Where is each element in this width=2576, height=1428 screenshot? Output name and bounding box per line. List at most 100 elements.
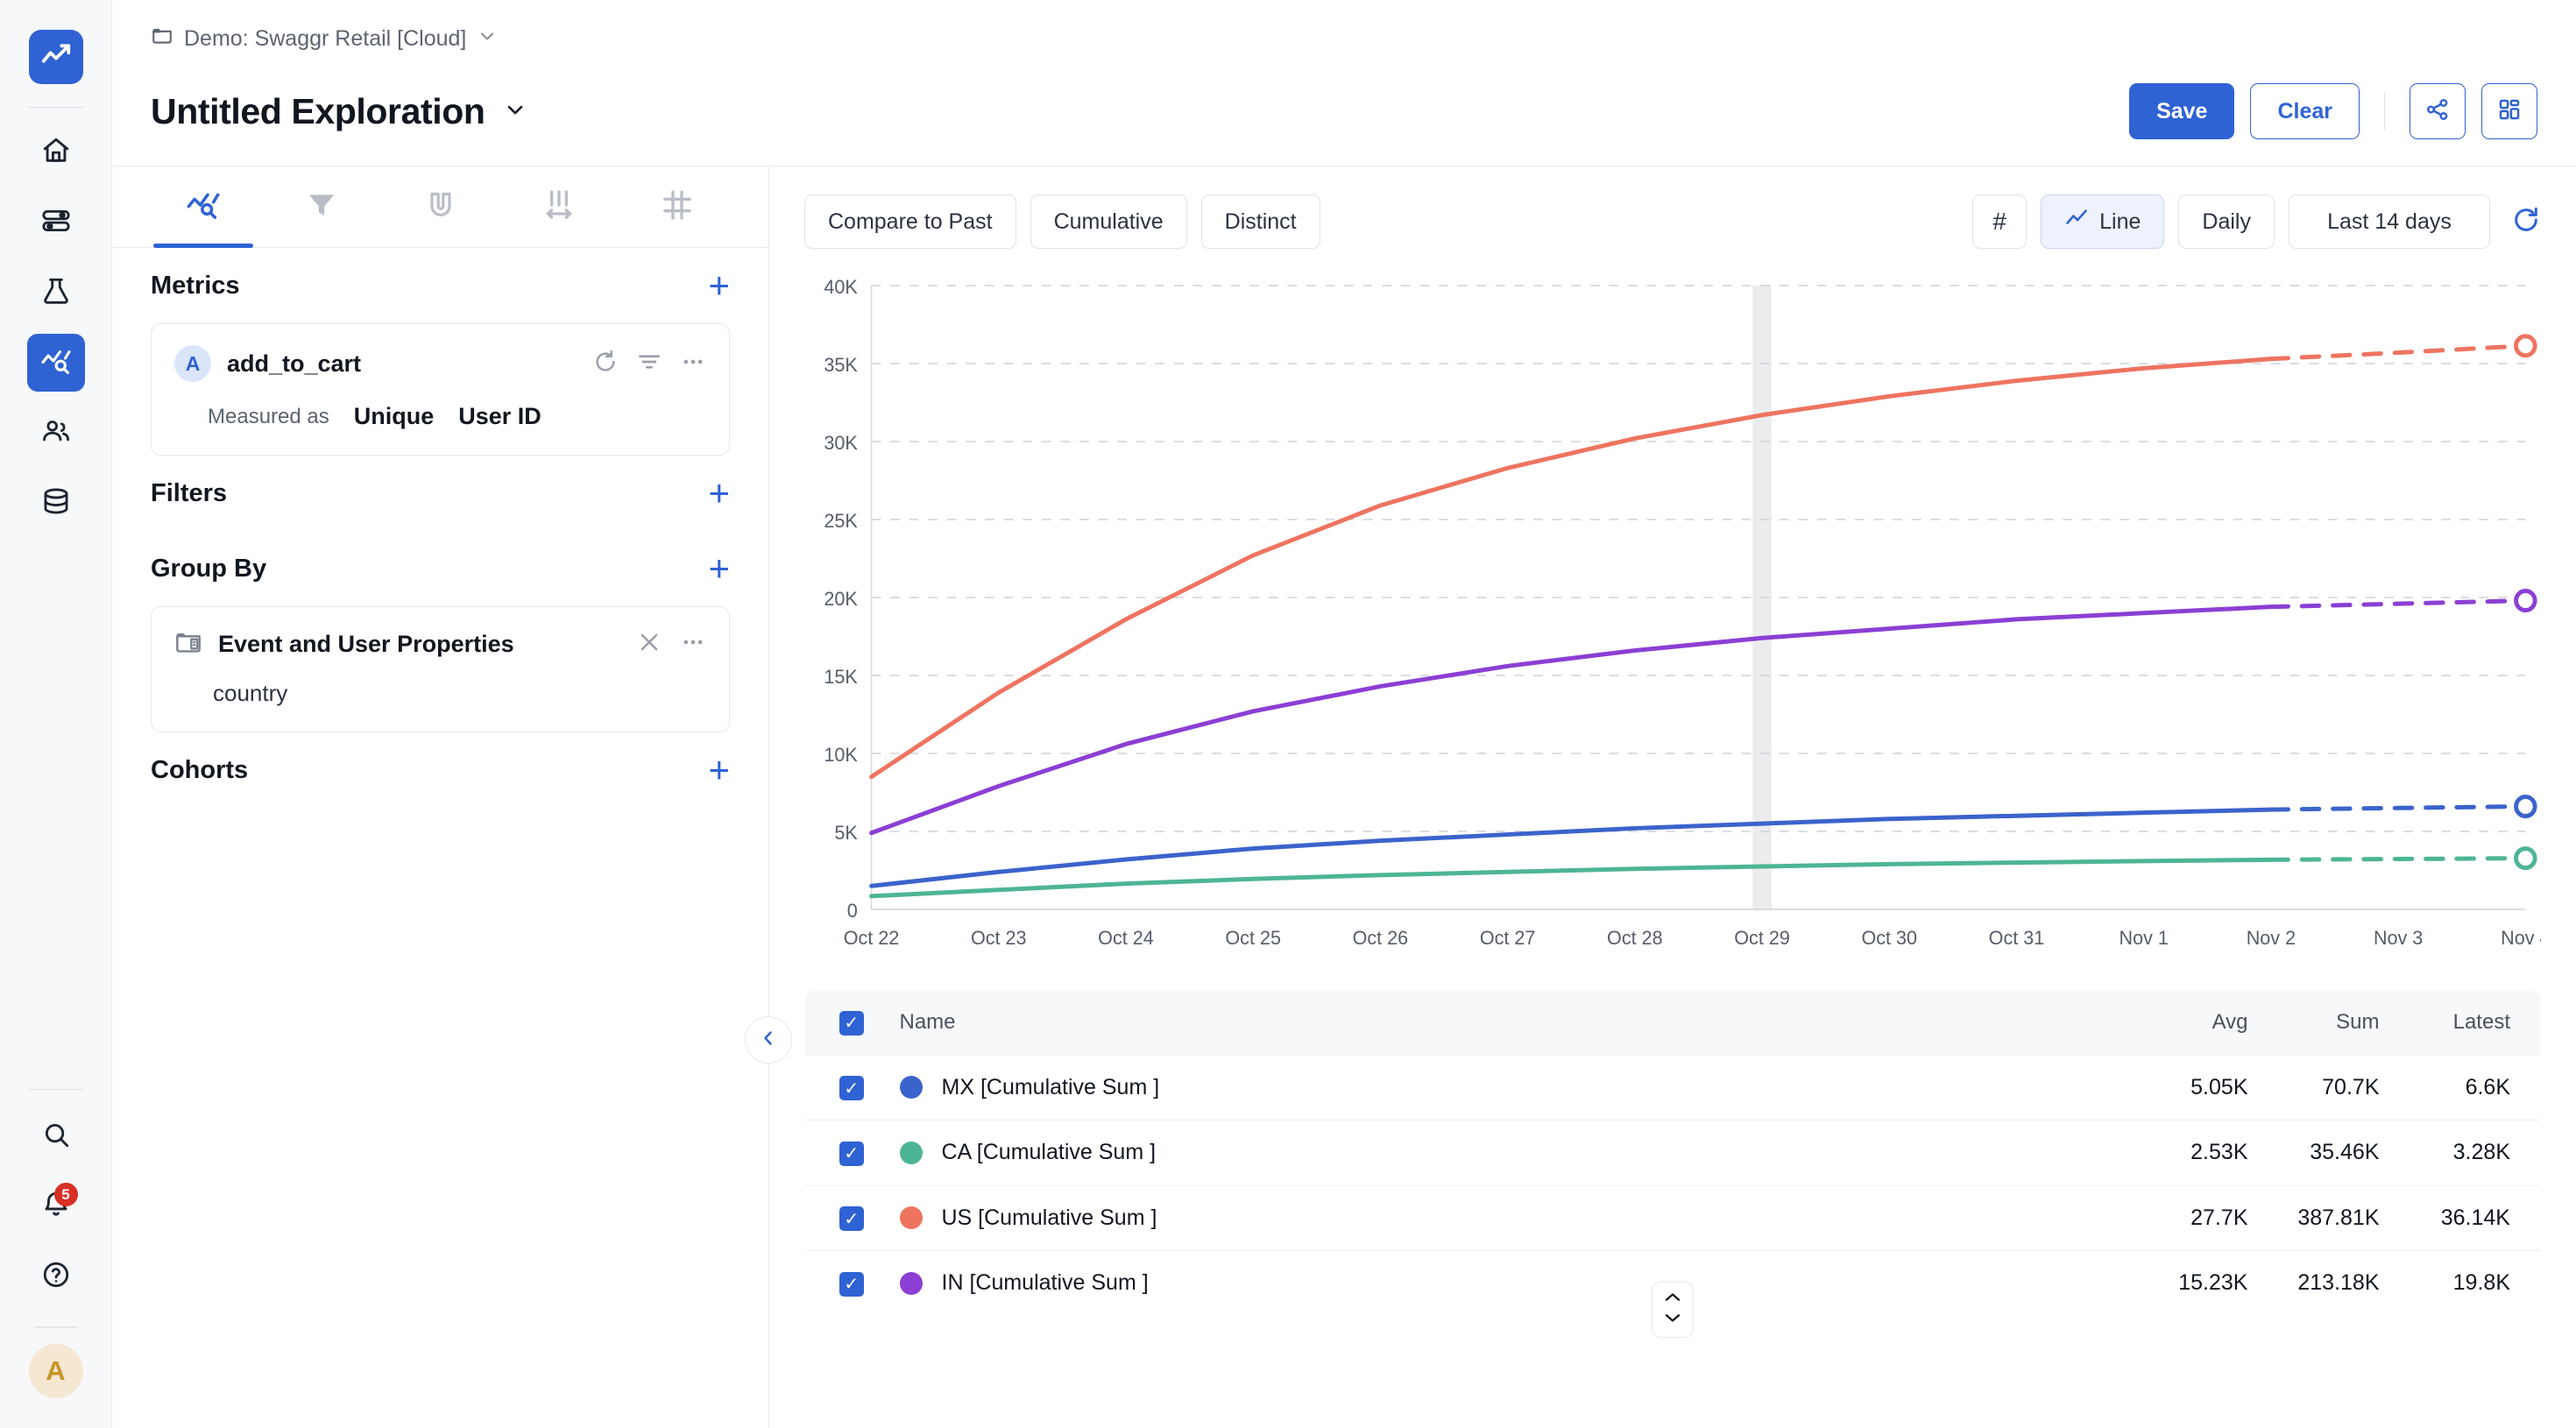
sidebar-item-data[interactable] xyxy=(27,474,85,532)
groupby-property-value[interactable]: country xyxy=(174,680,706,707)
series-endpoint-marker[interactable] xyxy=(2514,589,2537,613)
sidebar-item-users[interactable] xyxy=(27,404,85,462)
granularity-button[interactable]: Daily xyxy=(2178,194,2275,249)
tab-attribution[interactable] xyxy=(381,166,499,247)
main-area: Demo: Swaggr Retail [Cloud] Untitled Exp… xyxy=(112,0,2576,1428)
table-row[interactable]: ✓ CA [Cumulative Sum ] 2.53K 35.46K 3.28K xyxy=(805,1120,2540,1185)
number-format-button[interactable]: # xyxy=(1972,194,2028,249)
share-button[interactable] xyxy=(2410,83,2466,139)
share-icon xyxy=(2424,96,2451,127)
title-row: Untitled Exploration Save Clear xyxy=(151,83,2537,166)
tab-settings[interactable] xyxy=(619,166,737,247)
close-icon[interactable] xyxy=(636,629,662,660)
clear-button[interactable]: Clear xyxy=(2250,83,2360,139)
search-icon xyxy=(41,1120,71,1154)
date-range-button[interactable]: Last 14 days xyxy=(2289,194,2490,249)
select-all-header: ✓ xyxy=(805,991,875,1055)
refresh-icon[interactable] xyxy=(592,349,619,379)
more-horizontal-icon[interactable] xyxy=(680,629,706,660)
flask-icon xyxy=(41,276,71,310)
y-axis-tick-label: 5K xyxy=(834,822,858,844)
rail-divider-bottom xyxy=(27,1089,84,1090)
series-line[interactable] xyxy=(869,807,2274,888)
table-row[interactable]: ✓ US [Cumulative Sum ] 27.7K 387.81K 36.14K xyxy=(805,1184,2540,1251)
help-button[interactable] xyxy=(27,1248,85,1305)
row-checkbox[interactable]: ✓ xyxy=(839,1206,864,1231)
refresh-chart-button[interactable] xyxy=(2511,205,2541,239)
measure-entity[interactable]: User ID xyxy=(458,403,541,430)
app-logo[interactable] xyxy=(28,30,83,84)
query-panel: Metrics + A add_to_cart Measured as Uniq… xyxy=(112,166,792,1428)
analytics-icon xyxy=(40,345,72,381)
table-row[interactable]: ✓ MX [Cumulative Sum ] 5.05K 70.7K 6.6K xyxy=(805,1054,2540,1120)
metric-card[interactable]: A add_to_cart Measured as Unique User ID xyxy=(151,323,730,456)
y-axis-tick-label: 40K xyxy=(824,276,858,298)
layout-button[interactable] xyxy=(2481,83,2537,139)
sidebar-item-home[interactable] xyxy=(27,124,85,181)
sidebar-item-dashboards[interactable] xyxy=(27,194,85,251)
compare-to-past-button[interactable]: Compare to Past xyxy=(804,194,1016,249)
series-line-forecast[interactable] xyxy=(2268,856,2528,862)
sidebar-item-experiments[interactable] xyxy=(27,264,85,322)
filter-lines-icon[interactable] xyxy=(636,349,662,379)
collapse-panel-button[interactable] xyxy=(745,1016,792,1064)
cohorts-title: Cohorts xyxy=(151,755,249,784)
x-axis-tick-label: Oct 28 xyxy=(1607,927,1663,949)
sidebar-item-explorations[interactable] xyxy=(26,334,85,392)
series-line[interactable] xyxy=(869,357,2274,780)
row-checkbox[interactable]: ✓ xyxy=(839,1271,864,1297)
series-endpoint-marker[interactable] xyxy=(2514,334,2537,358)
toggles-icon xyxy=(41,206,71,240)
column-sum[interactable]: Sum xyxy=(2278,991,2410,1055)
series-table-container: ✓ Name Avg Sum Latest ✓ MX [Cumulative Su… xyxy=(769,971,2576,1317)
select-all-checkbox[interactable]: ✓ xyxy=(839,1010,864,1036)
distinct-button[interactable]: Distinct xyxy=(1200,194,1320,249)
add-groupby-button[interactable]: + xyxy=(708,550,730,587)
add-cohort-button[interactable]: + xyxy=(708,752,730,788)
x-axis-tick-label: Oct 22 xyxy=(844,927,900,949)
breadcrumb[interactable]: Demo: Swaggr Retail [Cloud] xyxy=(151,25,2537,53)
chart-resize-handle[interactable] xyxy=(1652,1282,1694,1338)
chart-type-label: Line xyxy=(2099,209,2141,234)
notifications-button[interactable]: 5 xyxy=(27,1177,85,1235)
add-metric-button[interactable]: + xyxy=(708,267,730,304)
column-avg[interactable]: Avg xyxy=(2147,991,2278,1055)
x-axis-tick-label: Oct 24 xyxy=(1098,927,1154,949)
series-line-forecast[interactable] xyxy=(2268,343,2528,362)
measure-type[interactable]: Unique xyxy=(354,403,435,430)
title-chevron-down-icon[interactable] xyxy=(503,97,527,126)
series-avg: 5.05K xyxy=(2146,1054,2278,1120)
chevron-down-icon[interactable] xyxy=(477,25,498,53)
series-line-forecast[interactable] xyxy=(2268,804,2528,812)
series-name: IN [Cumulative Sum ] xyxy=(941,1270,1149,1296)
row-checkbox[interactable]: ✓ xyxy=(839,1141,864,1166)
row-checkbox-cell: ✓ xyxy=(805,1184,875,1251)
search-button[interactable] xyxy=(27,1107,85,1165)
avatar[interactable]: A xyxy=(28,1344,83,1398)
column-latest[interactable]: Latest xyxy=(2410,991,2541,1055)
groupby-card[interactable]: Event and User Properties country xyxy=(151,606,730,732)
y-axis-tick-label: 0 xyxy=(847,900,858,922)
row-name-cell: IN [Cumulative Sum ] xyxy=(874,1250,2147,1316)
column-name[interactable]: Name xyxy=(875,991,2147,1055)
tab-filters[interactable] xyxy=(262,166,380,247)
chart-type-button[interactable]: Line xyxy=(2041,194,2165,249)
add-filter-button[interactable]: + xyxy=(708,475,730,512)
series-endpoint-marker[interactable] xyxy=(2514,846,2537,871)
chart-plot[interactable]: 40K 35K 30K 25K 20K 15K 10K 5K 0 Oct 22 Oct 23 Oct … xyxy=(804,270,2541,971)
cumulative-button[interactable]: Cumulative xyxy=(1030,194,1187,249)
series-line-forecast[interactable] xyxy=(2268,598,2528,610)
line-chart[interactable]: 40K 35K 30K 25K 20K 15K 10K 5K 0 Oct 22 Oct 23 Oct … xyxy=(804,270,2541,971)
series-avg: 15.23K xyxy=(2146,1250,2278,1316)
tab-breakdown[interactable] xyxy=(499,166,618,247)
tab-metrics[interactable] xyxy=(144,166,262,248)
row-name-cell: MX [Cumulative Sum ] xyxy=(874,1054,2147,1120)
series-endpoint-marker[interactable] xyxy=(2514,795,2537,819)
series-sum: 213.18K xyxy=(2277,1250,2410,1316)
chart-toolbar: Compare to Past Cumulative Distinct # Li… xyxy=(769,166,2576,270)
row-checkbox[interactable]: ✓ xyxy=(839,1076,864,1100)
save-button[interactable]: Save xyxy=(2129,83,2235,139)
series-line[interactable] xyxy=(869,604,2274,836)
more-horizontal-icon[interactable] xyxy=(680,349,706,379)
series-color-dot xyxy=(899,1141,923,1164)
